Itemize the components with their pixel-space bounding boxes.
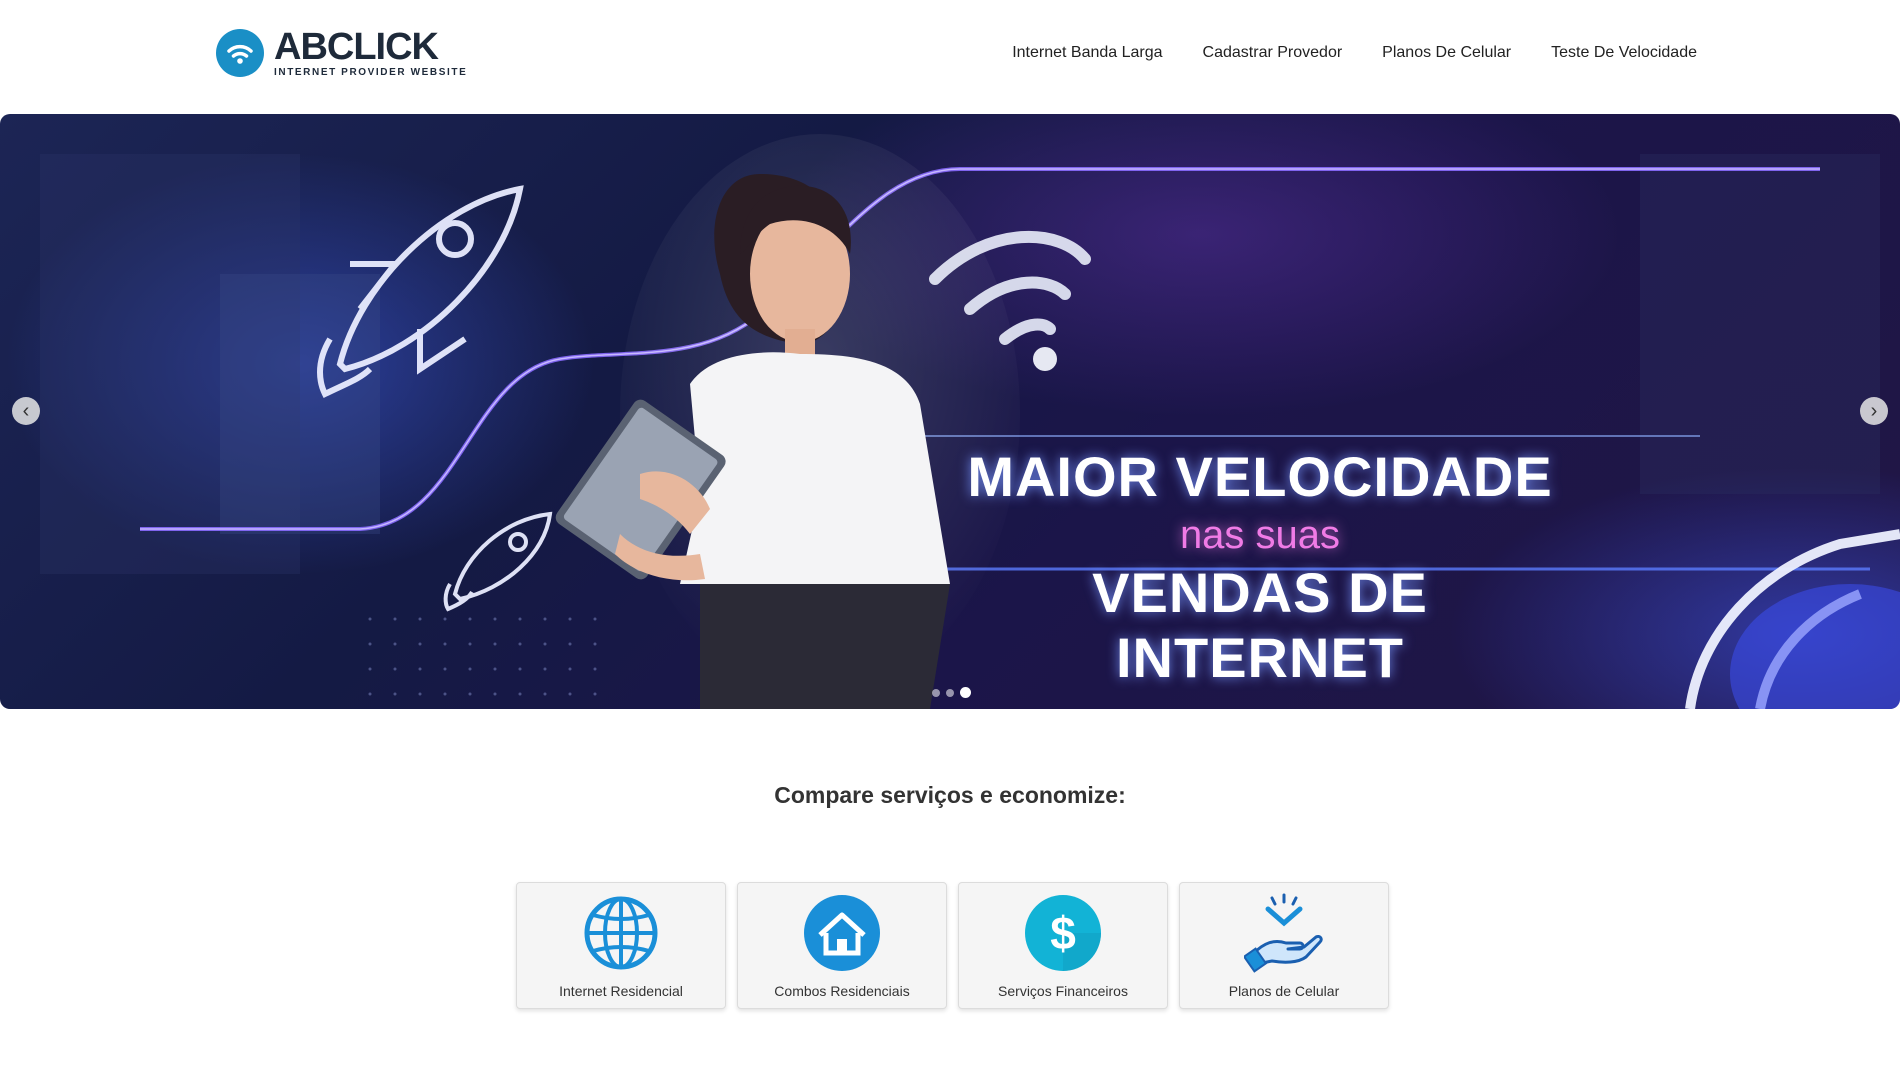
brand-name: ABCLICK bbox=[274, 28, 467, 66]
dollar-icon: $ bbox=[1025, 895, 1101, 971]
service-card-planos-de-celular[interactable]: Planos de Celular bbox=[1179, 882, 1389, 1009]
hero-line-2: nas suas bbox=[1179, 513, 1341, 557]
hero-carousel: MAIOR VELOCIDADE nas suas VENDAS DE INTE… bbox=[0, 114, 1900, 709]
nav-link-cadastrar-provedor[interactable]: Cadastrar Provedor bbox=[1203, 44, 1343, 62]
services-title: Compare serviços e economize: bbox=[774, 782, 1126, 808]
carousel-dot-3[interactable] bbox=[960, 687, 971, 698]
wifi-logo-icon bbox=[216, 29, 264, 77]
hero-line-3: VENDAS DE INTERNET bbox=[1092, 561, 1428, 689]
carousel-indicators bbox=[932, 687, 971, 698]
carousel-dot-2[interactable] bbox=[946, 688, 954, 697]
house-icon bbox=[804, 895, 880, 971]
svg-text:$: $ bbox=[1050, 907, 1076, 959]
service-card-label: Planos de Celular bbox=[1228, 983, 1340, 999]
brand-name-part1: AB bbox=[274, 26, 328, 68]
hero-headline: MAIOR VELOCIDADE nas suas VENDAS DE INTE… bbox=[940, 444, 1580, 690]
brand-logo[interactable]: ABCLICK INTERNET PROVIDER WEBSITE bbox=[216, 24, 472, 82]
services-card-list: Internet Residencial Combos Residenciais… bbox=[516, 882, 1389, 1009]
nav-link-internet-banda-larga[interactable]: Internet Banda Larga bbox=[1012, 44, 1162, 62]
hero-line-1: MAIOR VELOCIDADE bbox=[967, 445, 1553, 508]
service-card-label: Combos Residenciais bbox=[774, 983, 910, 999]
nav-link-planos-de-celular[interactable]: Planos De Celular bbox=[1382, 44, 1511, 62]
chevron-right-icon: › bbox=[1870, 399, 1878, 422]
service-card-combos-residenciais[interactable]: Combos Residenciais bbox=[737, 882, 947, 1009]
site-header: ABCLICK INTERNET PROVIDER WEBSITE Intern… bbox=[0, 0, 1900, 114]
nav-link-teste-de-velocidade[interactable]: Teste De Velocidade bbox=[1551, 44, 1697, 62]
carousel-next-button[interactable]: › bbox=[1860, 397, 1888, 425]
service-card-servicos-financeiros[interactable]: $ Serviços Financeiros bbox=[958, 882, 1168, 1009]
brand-name-part2: CLICK bbox=[326, 26, 439, 68]
brand-tagline: INTERNET PROVIDER WEBSITE bbox=[274, 67, 468, 78]
chevron-left-icon: ‹ bbox=[22, 399, 30, 422]
carousel-prev-button[interactable]: ‹ bbox=[12, 397, 40, 425]
service-card-label: Serviços Financeiros bbox=[998, 983, 1128, 999]
hand-phone-icon bbox=[1244, 893, 1323, 973]
service-card-label: Internet Residencial bbox=[559, 983, 683, 999]
globe-icon bbox=[584, 896, 658, 970]
main-nav: Internet Banda Larga Cadastrar Provedor … bbox=[972, 44, 1697, 62]
service-card-internet-residencial[interactable]: Internet Residencial bbox=[516, 882, 726, 1009]
carousel-dot-1[interactable] bbox=[932, 688, 940, 697]
